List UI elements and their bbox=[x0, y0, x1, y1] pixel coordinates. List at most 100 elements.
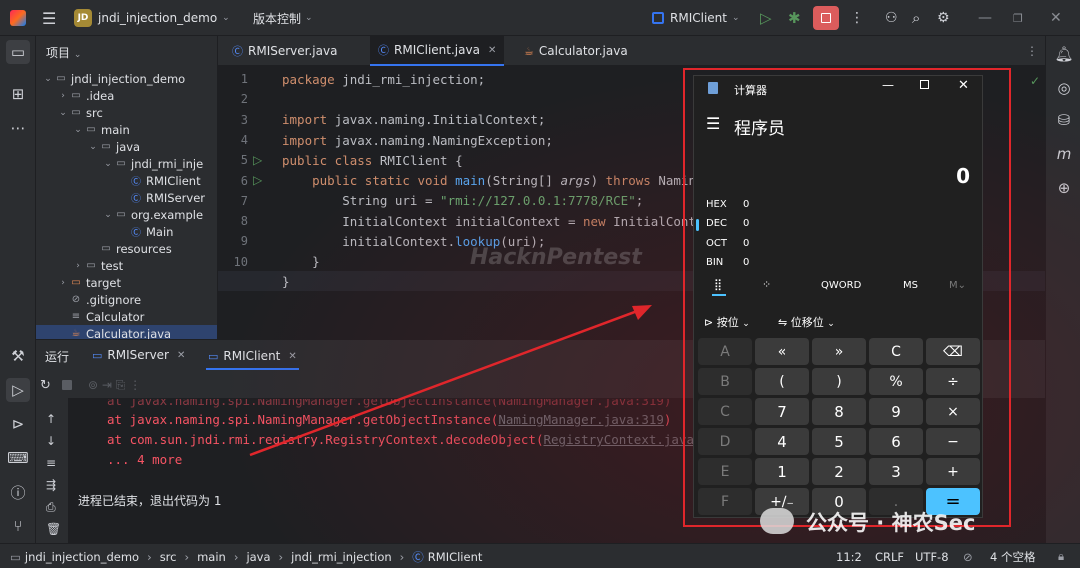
calc-key[interactable]: 5 bbox=[812, 428, 866, 455]
base-hex[interactable]: HEX bbox=[706, 199, 727, 210]
memory-store-button[interactable]: MS bbox=[903, 280, 918, 291]
word-size-button[interactable]: QWORD bbox=[821, 280, 861, 291]
calc-close-icon[interactable]: ✕ bbox=[958, 78, 969, 93]
more-tools-icon[interactable]: ⋯ bbox=[6, 116, 30, 140]
project-panel-title[interactable]: 项目 ⌄ bbox=[46, 44, 81, 61]
calc-key[interactable]: E bbox=[698, 458, 752, 485]
calc-key[interactable]: 1 bbox=[755, 458, 809, 485]
base-dec[interactable]: DEC bbox=[706, 218, 727, 229]
tab-calculator[interactable]: ☕ Calculator.java bbox=[516, 36, 636, 66]
rerun-icon[interactable]: ↻ bbox=[40, 378, 51, 393]
calc-key[interactable]: 9 bbox=[869, 398, 923, 425]
calc-key[interactable]: B bbox=[698, 368, 752, 395]
line-separator[interactable]: CRLF bbox=[875, 544, 904, 568]
bitwise-dropdown[interactable]: ⊳ 按位 ⌄ bbox=[704, 314, 750, 330]
add-user-icon[interactable]: ⚇ bbox=[885, 0, 898, 36]
bitshift-dropdown[interactable]: ⇋ 位移位 ⌄ bbox=[778, 314, 835, 330]
calc-key[interactable]: + bbox=[926, 458, 980, 485]
structure-tool-icon[interactable]: ⊞ bbox=[6, 82, 30, 106]
base-bin[interactable]: BIN bbox=[706, 257, 723, 268]
tree-item[interactable]: ⌄ ▭ org.example bbox=[36, 206, 217, 223]
tree-item[interactable]: ⌄ ▭ java bbox=[36, 138, 217, 155]
tree-item[interactable]: Ⓒ RMIServer bbox=[36, 189, 217, 206]
run-tab-rmiserver[interactable]: ▭ RMIServer ✕ bbox=[92, 348, 185, 362]
tab-rmiclient[interactable]: Ⓒ RMIClient.java ✕ bbox=[370, 36, 505, 66]
source-link[interactable]: NamingManager.java:319 bbox=[498, 412, 664, 427]
run-gutter-icon[interactable]: ▷ bbox=[253, 173, 262, 187]
calc-key[interactable]: 2 bbox=[812, 458, 866, 485]
tree-item[interactable]: ⊘ .gitignore bbox=[36, 291, 217, 308]
git-tool-icon[interactable]: ⑂ bbox=[6, 514, 30, 538]
lock-icon[interactable]: 🔒︎ bbox=[1058, 544, 1064, 568]
run-button[interactable]: ▷ bbox=[760, 0, 772, 36]
tree-item[interactable]: Ⓒ Main bbox=[36, 223, 217, 240]
build-tool-icon[interactable]: ⚒ bbox=[6, 344, 30, 368]
calc-key[interactable]: ⌫ bbox=[926, 338, 980, 365]
terminal-tool-icon[interactable]: ⌨ bbox=[6, 446, 30, 470]
tree-item[interactable]: ≡ Calculator bbox=[36, 308, 217, 325]
restore-icon[interactable]: ❐ bbox=[1013, 0, 1023, 36]
close-tab-icon[interactable]: ✕ bbox=[488, 45, 496, 56]
calc-key[interactable]: 4 bbox=[755, 428, 809, 455]
tree-item[interactable]: ⌄ ▭ jndi_rmi_inje bbox=[36, 155, 217, 172]
calc-key[interactable]: % bbox=[869, 368, 923, 395]
calc-minimize-icon[interactable]: — bbox=[882, 78, 894, 92]
calc-key[interactable]: ( bbox=[755, 368, 809, 395]
calc-key[interactable]: − bbox=[926, 428, 980, 455]
close-icon[interactable]: ✕ bbox=[1050, 0, 1062, 36]
console-side-icons[interactable]: ↑ ↓ ≡ ⇶ ⎙ 🗑︎ bbox=[46, 408, 61, 540]
bit-toggle-icon[interactable]: ⁘ bbox=[762, 278, 771, 291]
calc-maximize-icon[interactable] bbox=[920, 80, 929, 89]
full-keypad-icon[interactable]: ⣿ bbox=[714, 278, 722, 291]
base-oct[interactable]: OCT bbox=[706, 238, 727, 249]
app-logo-icon[interactable] bbox=[10, 0, 26, 36]
indent-setting[interactable]: 4 个空格 bbox=[990, 544, 1035, 568]
tree-item[interactable]: › ▭ test bbox=[36, 257, 217, 274]
minimize-icon[interactable]: — bbox=[978, 0, 992, 36]
calc-key[interactable]: « bbox=[755, 338, 809, 365]
calc-key[interactable]: 6 bbox=[869, 428, 923, 455]
main-menu-icon[interactable]: ☰ bbox=[42, 0, 56, 36]
ai-assistant-icon[interactable]: ◎ bbox=[1052, 76, 1076, 100]
breadcrumb[interactable]: ▭ jndi_injection_demo › src › main › java › j… bbox=[10, 544, 482, 568]
run-tool-icon[interactable]: ▷ bbox=[6, 378, 30, 402]
project-tool-icon[interactable]: ▭ bbox=[6, 40, 30, 64]
cursor-position[interactable]: 11:2 bbox=[836, 544, 862, 568]
calc-key[interactable]: ÷ bbox=[926, 368, 980, 395]
vcs-menu[interactable]: 版本控制 ⌄ bbox=[253, 0, 313, 36]
calc-key[interactable]: C bbox=[698, 398, 752, 425]
calc-key[interactable]: » bbox=[812, 338, 866, 365]
readonly-icon[interactable]: ⊘ bbox=[963, 544, 973, 568]
run-gutter-icon[interactable]: ▷ bbox=[253, 153, 262, 167]
tree-item[interactable]: Ⓒ RMIClient bbox=[36, 172, 217, 189]
stop-button[interactable] bbox=[813, 0, 839, 36]
calc-key[interactable]: ) bbox=[812, 368, 866, 395]
tree-item[interactable]: › ▭ .idea bbox=[36, 87, 217, 104]
problems-tool-icon[interactable]: ⓘ bbox=[6, 480, 30, 504]
toolbar-icons[interactable]: ⊚ ⇥ ⎘ ⋮ bbox=[88, 378, 141, 393]
more-actions-icon[interactable]: ⋮ bbox=[850, 0, 864, 36]
calc-key[interactable]: 8 bbox=[812, 398, 866, 425]
run-config-selector[interactable]: RMIClient ⌄ bbox=[652, 0, 740, 36]
calc-key[interactable]: × bbox=[926, 398, 980, 425]
tree-item[interactable]: ☕ Calculator.java bbox=[36, 325, 217, 339]
tree-item[interactable]: ⌄ ▭ src bbox=[36, 104, 217, 121]
memory-list-button[interactable]: M⌄ bbox=[949, 280, 966, 291]
services-tool-icon[interactable]: ⊳ bbox=[6, 412, 30, 436]
settings-icon[interactable]: ⚙ bbox=[937, 0, 950, 36]
maven-icon[interactable]: m bbox=[1052, 142, 1076, 166]
calc-key[interactable]: C bbox=[869, 338, 923, 365]
calc-key[interactable]: A bbox=[698, 338, 752, 365]
search-icon[interactable]: ⌕ bbox=[912, 0, 920, 36]
calc-key[interactable]: 7 bbox=[755, 398, 809, 425]
tree-item[interactable]: ⌄ ▭ main bbox=[36, 121, 217, 138]
run-tab-rmiclient[interactable]: ▭ RMIClient ✕ bbox=[206, 344, 299, 370]
file-encoding[interactable]: UTF-8 bbox=[915, 544, 949, 568]
calc-menu-icon[interactable]: ☰ bbox=[706, 114, 720, 133]
tree-item[interactable]: ▭ resources bbox=[36, 240, 217, 257]
tree-item[interactable]: ⌄ ▭ jndi_injection_demo bbox=[36, 70, 217, 87]
tabs-menu-icon[interactable]: ⋮ bbox=[1018, 36, 1046, 66]
stop-run-icon[interactable] bbox=[62, 380, 72, 390]
calc-key[interactable]: F bbox=[698, 488, 752, 515]
database-icon[interactable]: ⛁ bbox=[1052, 108, 1076, 132]
